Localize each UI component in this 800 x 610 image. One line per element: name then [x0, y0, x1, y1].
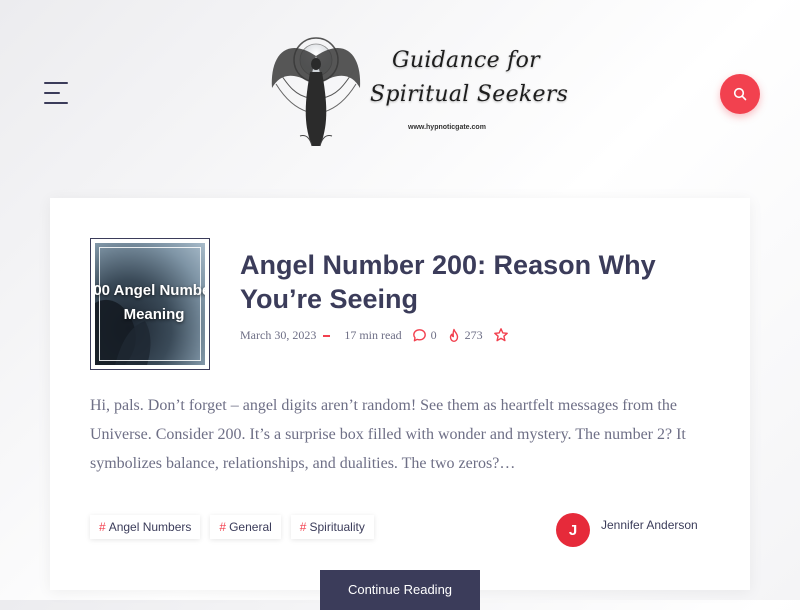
view-count: 273	[464, 327, 483, 342]
logo-line-1: Guidance for	[392, 48, 540, 73]
avatar: J	[556, 513, 590, 547]
tag-label: Spirituality	[309, 520, 365, 534]
comment-count: 0	[430, 327, 437, 342]
thumbnail-caption-line-2: Meaning	[123, 306, 185, 323]
comment-icon	[412, 328, 426, 341]
thumbnail-caption-line-1: 200 Angel Number	[95, 282, 205, 299]
author-name: Jennifer Anderson	[601, 518, 698, 532]
views-indicator: 273	[447, 328, 483, 343]
thumbnail-caption: 200 Angel Number Meaning	[95, 279, 205, 327]
continue-reading-button[interactable]: Continue Reading	[320, 570, 480, 610]
logo-line-2: Spiritual Seekers	[370, 82, 569, 107]
search-icon	[733, 87, 747, 101]
author-link[interactable]: J Jennifer Anderson	[556, 513, 698, 547]
hamburger-menu-icon[interactable]	[44, 82, 70, 104]
tag-angel-numbers[interactable]: # Angel Numbers	[90, 515, 201, 539]
post-excerpt: Hi, pals. Don’t forget – angel digits ar…	[90, 397, 686, 472]
logo-title: Guidance for Spiritual Seekers	[370, 44, 568, 112]
comments-link[interactable]: 0	[412, 328, 437, 343]
thumbnail-image: 200 Angel Number Meaning	[95, 243, 205, 365]
tag-spirituality[interactable]: # Spirituality	[290, 515, 374, 539]
meta-separator	[323, 335, 331, 337]
star-icon	[493, 328, 508, 342]
post-meta: March 30, 2023 17 min read 0 273	[240, 326, 509, 344]
flame-icon	[449, 328, 458, 342]
post-tags: # Angel Numbers # General # Spirituality	[90, 515, 384, 539]
site-header: Guidance for Spiritual Seekers www.hypno…	[0, 0, 800, 190]
tag-label: Angel Numbers	[108, 520, 192, 534]
post-thumbnail[interactable]: 200 Angel Number Meaning	[90, 238, 210, 370]
post-date: March 30, 2023	[240, 327, 317, 342]
bookmark-button[interactable]	[493, 327, 509, 343]
post-title-link[interactable]: Angel Number 200: Reason Why You’re Seei…	[240, 248, 710, 316]
logo-url: www.hypnoticgate.com	[408, 124, 486, 131]
tag-general[interactable]: # General	[210, 515, 281, 539]
site-logo[interactable]: Guidance for Spiritual Seekers www.hypno…	[266, 26, 568, 152]
post-card: 200 Angel Number Meaning Angel Number 20…	[50, 198, 750, 590]
search-button[interactable]	[720, 74, 760, 114]
angel-wings-logo-icon	[271, 37, 361, 147]
read-time: 17 min read	[344, 327, 402, 342]
tag-label: General	[229, 520, 272, 534]
